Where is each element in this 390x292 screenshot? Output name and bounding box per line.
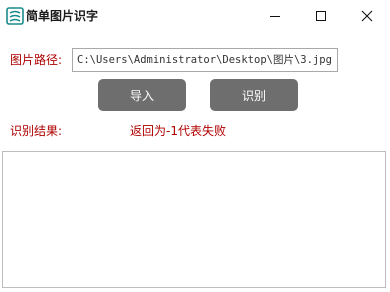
result-status-message: 返回为-1代表失败 [130,124,226,138]
minimize-button[interactable] [252,0,298,32]
recognize-button[interactable]: 识别 [210,79,298,111]
title-bar[interactable]: 简单图片识字 [0,0,390,32]
window-title: 简单图片识字 [26,9,99,23]
maximize-icon [316,11,326,21]
app-window: 简单图片识字 图片路径: C:\Users\Administrator\Desk… [0,0,390,292]
image-path-input[interactable]: C:\Users\Administrator\Desktop\图片\3.jpg [72,48,338,72]
import-button[interactable]: 导入 [98,79,186,111]
minimize-icon [270,16,280,17]
maximize-button[interactable] [298,0,344,32]
result-label: 识别结果: [10,124,63,138]
close-button[interactable] [344,0,390,32]
close-icon [361,10,373,22]
app-scan-icon [6,7,24,25]
result-textarea[interactable] [2,151,386,288]
image-path-label: 图片路径: [10,53,63,67]
